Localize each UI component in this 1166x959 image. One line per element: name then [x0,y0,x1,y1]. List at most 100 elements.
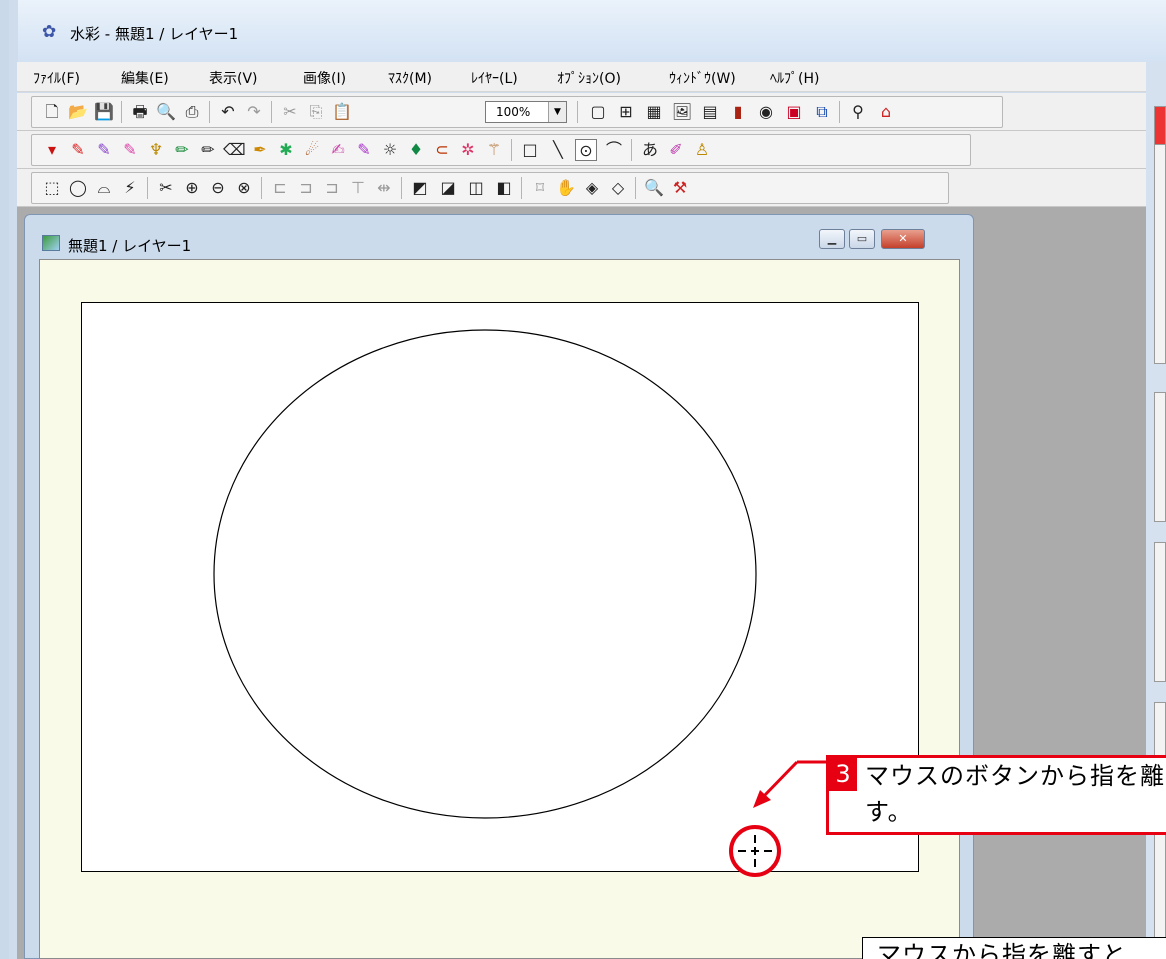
blend-icon[interactable]: ✍ [327,139,349,161]
magnifier-icon[interactable]: 🔍 [643,177,665,199]
menu-options[interactable]: ｵﾌﾟｼｮﾝ(O) [557,68,621,88]
spray-icon[interactable]: ✱ [275,139,297,161]
separator [209,101,210,123]
print-icon[interactable]: 🖶 [129,101,151,123]
separator [121,101,122,123]
menu-edit[interactable]: 編集(E) [121,68,169,88]
menu-help[interactable]: ﾍﾙﾌﾟ(H) [770,68,819,88]
separator [635,177,636,199]
printer-setup-icon[interactable]: ⎙ [181,101,203,123]
menu-layer[interactable]: ﾚｲﾔｰ(L) [471,68,518,88]
pencil-icon[interactable]: ✏ [197,139,219,161]
zoom-fit-icon[interactable]: ◈ [581,177,603,199]
brush-mix-icon[interactable]: ✎ [93,139,115,161]
eyedropper-icon[interactable]: ⚒ [669,177,691,199]
separator [147,177,148,199]
distort-icon[interactable]: ◧ [493,177,515,199]
separator [521,177,522,199]
align-vertical-icon[interactable]: ⊤ [347,177,369,199]
menu-image[interactable]: 画像(I) [303,68,346,88]
undo-icon[interactable]: ↶ [217,101,239,123]
layer-icon[interactable]: ⊞ [615,101,637,123]
text-tool-icon[interactable]: あ [639,139,661,161]
chevron-down-icon[interactable]: ▼ [548,102,566,122]
pencil-green-icon[interactable]: ✏ [171,139,193,161]
selection-intersect-icon[interactable]: ⊗ [233,177,255,199]
close-button[interactable]: ✕ [881,229,925,249]
copy-icon[interactable]: ⎘ [305,101,327,123]
panel-frame [1154,392,1166,522]
retouch-icon[interactable]: ✐ [665,139,687,161]
ellipse-tool-icon[interactable]: ⊙ [575,139,597,161]
print-preview-icon[interactable]: 🔍 [155,101,177,123]
eraser-icon[interactable]: ⌫ [223,139,246,161]
rectangle-tool-icon[interactable]: □ [519,139,541,161]
paste-icon[interactable]: 📋 [331,101,353,123]
zoom-select[interactable]: 100% ▼ [485,101,567,123]
highlighter-icon[interactable]: ✎ [353,139,375,161]
document-icon[interactable]: ▤ [699,101,721,123]
selection-add-icon[interactable]: ⊕ [181,177,203,199]
line-tool-icon[interactable]: ╲ [547,139,569,161]
align-center-icon[interactable]: ⊐ [295,177,317,199]
minimize-button[interactable]: ▁ [819,229,845,249]
note-box: マウスから指を離すと [862,937,1166,959]
tube-icon[interactable]: ⊂ [431,139,453,161]
pattern-brush-icon[interactable]: ✲ [457,139,479,161]
selection-subtract-icon[interactable]: ⊖ [207,177,229,199]
copy-window-icon[interactable]: ⧉ [811,101,833,123]
cut-icon[interactable]: ✂ [279,101,301,123]
maximize-button[interactable]: ▭ [849,229,875,249]
drawing-canvas[interactable] [81,302,919,872]
camera-icon[interactable]: ◉ [755,101,777,123]
lasso-icon[interactable]: ⌓ [93,177,115,199]
zoom-full-icon[interactable]: ◇ [607,177,629,199]
palette-window-icon[interactable]: ▣ [783,101,805,123]
home-icon[interactable]: ⌂ [875,101,897,123]
brush-pink-icon[interactable]: ✎ [119,139,141,161]
binoculars-icon[interactable]: ⚲ [847,101,869,123]
stamp-icon[interactable]: ♙ [691,139,713,161]
smudge-icon[interactable]: ☄ [301,139,323,161]
menu-window[interactable]: ｳｨﾝﾄﾞｳ(W) [669,68,736,88]
fill-bucket-icon[interactable]: ♦ [405,139,427,161]
magic-wand-icon[interactable]: ⚡ [119,177,141,199]
ellipse-select-icon[interactable]: ◯ [67,177,89,199]
app-title: 水彩 - 無題1 / レイヤー1 [70,25,239,43]
align-left-icon[interactable]: ⊏ [269,177,291,199]
zoom-value: 100% [496,105,531,119]
new-file-icon[interactable]: 🗋 [41,101,63,123]
sparkle-icon[interactable]: ☼ [379,139,401,161]
scissors-icon[interactable]: ✂ [155,177,177,199]
instruction-callout: 3 マウスのボタンから指を離 す。 [826,755,1166,835]
open-folder-icon[interactable]: 📂 [67,101,89,123]
crop-icon[interactable]: ◫ [465,177,487,199]
marker-icon[interactable]: ▾ [41,139,63,161]
selection-toolbar: ⬚ ◯ ⌓ ⚡ ✂ ⊕ ⊖ ⊗ ⊏ ⊐ ⊐ ⊤ ⇹ ◩ ◪ ◫ ◧ ⌑ ✋ ◈ … [17,169,1166,207]
dropper-brush-icon[interactable]: ⚚ [483,139,505,161]
separator [839,101,840,123]
canvas-icon[interactable]: ▢ [587,101,609,123]
brush-red-icon[interactable]: ✎ [67,139,89,161]
transform-icon[interactable]: ◩ [409,177,431,199]
book-icon[interactable]: ▮ [727,101,749,123]
menu-mask[interactable]: ﾏｽｸ(M) [388,68,432,88]
separator [271,101,272,123]
redo-icon[interactable]: ↷ [243,101,265,123]
rect-select-icon[interactable]: ⬚ [41,177,63,199]
flip-icon[interactable]: ⇹ [373,177,395,199]
align-right-icon[interactable]: ⊐ [321,177,343,199]
note-text: マウスから指を離すと [877,941,1127,959]
menu-view[interactable]: 表示(V) [209,68,258,88]
grid-icon[interactable]: ▦ [643,101,665,123]
menu-file[interactable]: ﾌｧｲﾙ(F) [33,68,80,88]
save-icon[interactable]: 💾 [93,101,115,123]
hand-icon[interactable]: ✋ [555,177,577,199]
fit-icon[interactable]: ⌑ [529,177,551,199]
separator [577,101,578,123]
image-icon[interactable]: 🖼 [671,101,693,123]
curve-tool-icon[interactable]: ⌒ [603,139,625,161]
rotate-icon[interactable]: ◪ [437,177,459,199]
pen-icon[interactable]: ✒ [249,139,271,161]
stamp-brush-icon[interactable]: ♆ [145,139,167,161]
